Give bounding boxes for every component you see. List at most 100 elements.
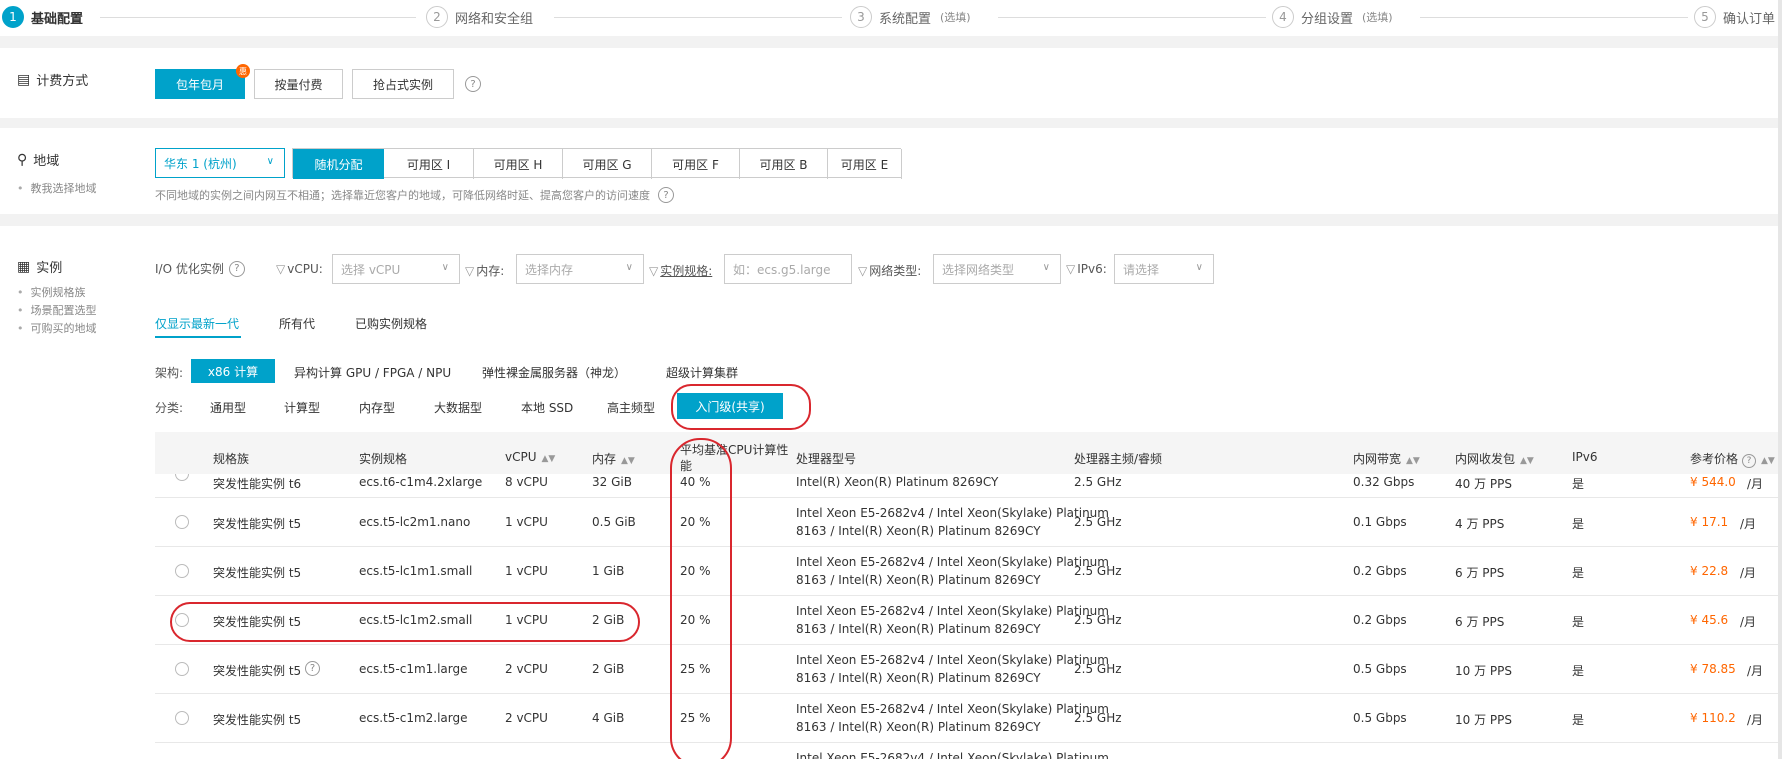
cell-price: ¥ 17.1 [1690,515,1729,529]
billing-spot-button[interactable]: 抢占式实例 [352,69,454,99]
step-number: 5 [1694,6,1716,28]
category-high-frequency[interactable]: 高主频型 [607,399,655,416]
arch-heterogeneous[interactable]: 异构计算 GPU / FPGA / NPU [294,364,451,381]
arch-bare-metal[interactable]: 弹性裸金属服务器（神龙） [482,364,626,381]
price-unit: /月 [1740,615,1757,629]
ipv6-placeholder: 请选择 [1123,262,1160,277]
col-pps[interactable]: 内网收发包 ▲▼ [1455,450,1534,467]
region-help-icon[interactable]: ? [658,187,674,203]
col-vcpu[interactable]: vCPU ▲▼ [505,450,555,464]
cell-vcpu: 8 vCPU [505,475,548,489]
billing-title-text: 计费方式 [36,74,89,89]
row-select-radio[interactable] [175,474,189,481]
region-select[interactable]: 华东 1 (杭州) ∨ [155,148,285,178]
category-memory[interactable]: 内存型 [359,399,395,416]
step-divider [1420,17,1688,18]
spec-label-text[interactable]: 实例规格: [660,262,712,279]
scrollbar[interactable] [1778,0,1782,759]
category-big-data[interactable]: 大数据型 [434,399,482,416]
cell-cpu-model-line1: Intel Xeon E5-2682v4 / Intel Xeon(Skylak… [796,506,1109,520]
cell-memory: 2 GiB [592,662,625,676]
spec-input[interactable]: 如：ecs.g5.large [724,254,852,284]
filter-icon: ▽ [858,263,868,278]
memory-select[interactable]: 选择内存 ∨ [516,254,644,284]
io-optimized-text: I/O 优化实例 [155,262,224,276]
step-5: 5 确认订单 [1694,6,1775,28]
chevron-down-icon: ∨ [625,262,633,273]
instance-title: ▦ 实例 [17,257,63,277]
table-row[interactable]: 突发性能实例 t5 ecs.t5-c1m1.large 2 vCPU 2 GiB 25 … [155,645,1782,694]
price-unit: /月 [1740,517,1757,531]
server-icon: ▦ [17,258,31,275]
filter-icon: ▽ [1066,262,1076,276]
tab-all-generations[interactable]: 所有代 [279,315,315,332]
row-select-radio[interactable] [175,564,189,578]
col-ipv6: IPv6 [1572,450,1598,464]
table-row[interactable]: 突发性能实例 t5 ecs.t5-c1m2.large 2 vCPU 4 GiB 25 … [155,694,1782,743]
family-help-icon[interactable]: ? [305,661,320,676]
step-number: 3 [850,6,872,28]
tab-latest-generation[interactable]: 仅显示最新一代 [155,315,239,332]
cell-family: 突发性能实例 t5 [213,517,302,531]
filter-icon: ▽ [465,263,475,278]
table-row[interactable]: 突发性能实例 t5 ecs.t5-lc1m1.small 1 vCPU 1 GiB 20… [155,547,1782,596]
cell-ipv6: 是 [1572,664,1585,678]
cell-memory: 1 GiB [592,564,625,578]
table-row[interactable]: 突发性能实例 t6 ecs.t6-c1m4.2xlarge 8 vCPU 32 GiB… [155,474,1782,498]
step-number: 2 [426,6,448,28]
step-divider [998,17,1266,18]
row-select-radio[interactable] [175,662,189,676]
discount-badge: 惠 [236,64,250,78]
step-divider [100,17,416,18]
cell-pps: 40 万 PPS [1455,477,1512,491]
billing-payg-button[interactable]: 按量付费 [254,69,343,99]
billing-subscription-button[interactable]: 包年包月 惠 [155,64,250,99]
vcpu-select[interactable]: 选择 vCPU ∨ [332,254,460,284]
scenario-link[interactable]: 场景配置选型 [17,302,97,320]
zone-g[interactable]: 可用区 G [563,149,652,179]
cell-cpu-model-line1: Intel Xeon E5-2682v4 / Intel Xeon(Skylak… [796,702,1109,716]
instance-title-text: 实例 [36,261,63,276]
step-label: 基础配置 [31,11,84,27]
cell-vcpu: 2 vCPU [505,711,548,725]
sort-icon: ▲▼ [541,454,556,464]
spec-filter-label: ▽ 实例规格: [649,262,712,279]
zone-selector: 随机分配 可用区 I 可用区 H 可用区 G 可用区 F 可用区 B 可用区 E [292,148,902,179]
tab-purchased-specs[interactable]: 已购实例规格 [355,315,427,332]
zone-b[interactable]: 可用区 B [740,149,828,179]
spec-placeholder: 如：ecs.g5.large [733,262,831,277]
price-help-icon[interactable]: ? [1742,454,1757,468]
cell-family: 突发性能实例 t5 [213,713,302,727]
table-row[interactable]: 突发性能实例 t5 ecs.t5-lc2m1.nano 1 vCPU 0.5 GiB 2… [155,498,1782,547]
region-availability-link[interactable]: 可购买的地域 [17,320,97,338]
section-gap [0,118,1782,128]
zone-h[interactable]: 可用区 H [474,149,563,179]
zone-e[interactable]: 可用区 E [828,149,902,179]
category-local-ssd[interactable]: 本地 SSD [521,399,573,416]
billing-help-icon[interactable]: ? [465,76,481,92]
cell-price: ¥ 45.6 [1690,613,1729,627]
instance-family-link[interactable]: 实例规格族 [17,284,97,302]
col-memory[interactable]: 内存 ▲▼ [592,450,635,467]
table-row[interactable]: Intel Xeon E5-2682v4 / Intel Xeon(Skylak… [155,743,1782,759]
chevron-down-icon: ∨ [266,156,274,167]
zone-random[interactable]: 随机分配 [293,149,384,179]
io-help-icon[interactable]: ? [228,260,245,277]
zone-f[interactable]: 可用区 F [652,149,740,179]
row-select-radio[interactable] [175,515,189,529]
category-general[interactable]: 通用型 [210,399,246,416]
cell-cpu-freq: 2.5 GHz [1074,613,1122,627]
arch-x86-button[interactable]: x86 计算 [191,359,275,383]
ipv6-select[interactable]: 请选择 ∨ [1114,254,1214,284]
col-bandwidth[interactable]: 内网带宽 ▲▼ [1353,450,1420,467]
zone-i[interactable]: 可用区 I [384,149,474,179]
row-select-radio[interactable] [175,711,189,725]
region-guide-link[interactable]: 教我选择地域 [17,180,97,198]
io-optimized-label: I/O 优化实例 ? [155,260,245,277]
step-label: 分组设置 [1301,11,1354,27]
network-type-select[interactable]: 选择网络类型 ∨ [933,254,1061,284]
cell-ipv6: 是 [1572,477,1585,491]
category-compute[interactable]: 计算型 [284,399,320,416]
arch-supercomputing[interactable]: 超级计算集群 [666,364,738,381]
region-title-text: 地域 [33,154,60,169]
